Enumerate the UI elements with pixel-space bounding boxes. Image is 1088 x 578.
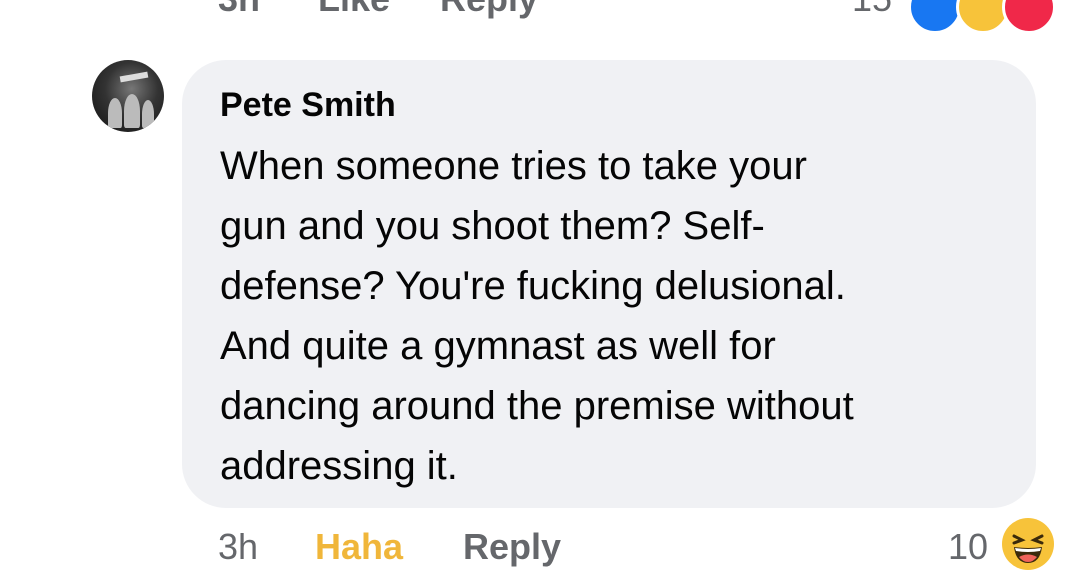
haha-reaction-button[interactable]: Haha: [315, 526, 403, 568]
comment-line: defense? You're fucking delusional.: [220, 264, 846, 308]
love-reaction-icon: [1002, 0, 1056, 34]
comment-text: When someone tries to take your gun and …: [220, 136, 1020, 496]
like-reaction-icon: [908, 0, 962, 34]
comment-line: When someone tries to take your: [220, 144, 807, 188]
previous-comment-time: 3h: [218, 0, 260, 20]
comment-actions: 3h Haha Reply 10: [0, 522, 1088, 578]
previous-like-button[interactable]: Like: [318, 0, 390, 20]
comment-line: gun and you shoot them? Self-: [220, 204, 765, 248]
reaction-count[interactable]: 10: [948, 526, 988, 568]
comment-line: addressing it.: [220, 444, 458, 488]
comment-time[interactable]: 3h: [218, 526, 258, 568]
comment-line: dancing around the premise without: [220, 384, 854, 428]
previous-reaction-count[interactable]: 15: [852, 0, 892, 20]
avatar[interactable]: [92, 60, 164, 132]
haha-emoji-icon[interactable]: [1002, 518, 1054, 570]
previous-reply-button[interactable]: Reply: [440, 0, 538, 20]
comment-author[interactable]: Pete Smith: [220, 86, 396, 125]
comment-line: And quite a gymnast as well for: [220, 324, 776, 368]
reply-button[interactable]: Reply: [463, 526, 561, 568]
